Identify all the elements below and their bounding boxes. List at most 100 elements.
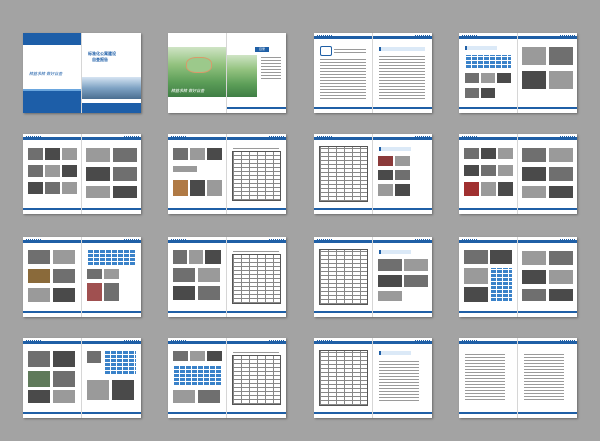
photo xyxy=(173,351,188,361)
header-bar xyxy=(459,341,517,344)
photo-left-page xyxy=(23,338,82,418)
spread-photos-4 xyxy=(459,237,577,317)
blue-data-table xyxy=(490,268,512,302)
photo xyxy=(378,291,402,301)
photo xyxy=(173,148,188,160)
header-bar xyxy=(82,137,141,140)
photo xyxy=(198,286,220,300)
photo xyxy=(53,250,75,264)
checklist-table xyxy=(319,350,368,406)
photo xyxy=(113,148,137,162)
photo xyxy=(62,165,77,177)
photo xyxy=(189,250,203,264)
header-bar xyxy=(518,240,577,243)
photo xyxy=(113,167,137,181)
photo xyxy=(28,148,43,160)
photo xyxy=(86,148,110,162)
photo-right-page xyxy=(82,134,141,214)
photo xyxy=(464,148,479,159)
photo xyxy=(404,259,428,271)
page-footer-bar xyxy=(314,412,372,414)
spread-photo-table-2 xyxy=(168,237,286,317)
photo xyxy=(207,180,222,196)
photo-left-page xyxy=(459,134,518,214)
photo xyxy=(62,148,77,160)
photo xyxy=(549,251,573,265)
photo xyxy=(173,268,195,282)
checklist-table xyxy=(232,355,281,405)
photo-left-page xyxy=(168,134,227,214)
photo xyxy=(549,71,573,89)
intro-body-text xyxy=(320,59,366,99)
page-footer-bar xyxy=(518,311,577,313)
photo xyxy=(549,289,573,301)
photo xyxy=(45,182,60,194)
page-footer-bar xyxy=(227,412,286,414)
page-footer-bar xyxy=(459,208,517,210)
photo-left-page xyxy=(459,33,518,113)
photo xyxy=(190,180,205,196)
photo-left-page xyxy=(459,237,518,317)
photo-left-page xyxy=(23,134,82,214)
photo-right-page xyxy=(518,134,577,214)
photo xyxy=(190,148,205,160)
photo xyxy=(522,167,546,181)
checklist-table xyxy=(232,151,281,201)
cover-back-page: 精益求精 做好自查 xyxy=(23,33,82,113)
checklist-table xyxy=(232,254,281,304)
toc-label: 目录 xyxy=(255,47,269,52)
cover-subtitle: 自查报告 xyxy=(92,57,108,62)
page-footer-bar xyxy=(373,311,432,313)
photo xyxy=(28,165,43,177)
photo xyxy=(173,286,195,300)
photo xyxy=(481,88,495,98)
photo xyxy=(464,165,479,176)
page-footer-bar xyxy=(23,412,81,414)
photo xyxy=(86,186,110,198)
table-right-page xyxy=(227,237,286,317)
photo xyxy=(549,47,573,65)
spread-table-photos-2 xyxy=(314,237,432,317)
header-bar xyxy=(459,36,517,39)
photo xyxy=(464,250,488,264)
photo xyxy=(464,182,479,196)
sports-track-shape xyxy=(186,57,212,73)
photo xyxy=(522,251,546,265)
page-footer-bar xyxy=(459,311,517,313)
photo xyxy=(173,250,187,264)
header-bar xyxy=(373,341,432,344)
cover-back-stripe xyxy=(23,89,81,91)
header-bar xyxy=(314,137,372,140)
photo xyxy=(173,180,188,196)
header-bar xyxy=(23,240,81,243)
cover-front-footer xyxy=(82,103,141,113)
photo xyxy=(522,270,546,284)
table-right-page xyxy=(82,338,141,418)
table-right-page xyxy=(227,134,286,214)
photo-right-page xyxy=(373,134,432,214)
header-bar xyxy=(314,36,372,39)
page-footer-bar xyxy=(227,208,286,210)
photo xyxy=(205,250,221,264)
photo xyxy=(28,269,50,283)
spread-table-photos-1 xyxy=(314,134,432,214)
photo xyxy=(87,380,109,400)
blue-data-table xyxy=(173,366,222,386)
page-footer-bar xyxy=(373,412,432,414)
photo xyxy=(198,268,220,282)
header-bar xyxy=(227,240,286,243)
spread-photos-2 xyxy=(23,134,141,214)
photo xyxy=(112,380,134,400)
spread-text-final xyxy=(459,338,577,418)
page-footer-bar xyxy=(82,311,141,313)
header-bar xyxy=(373,36,432,39)
table-title xyxy=(233,350,279,353)
photo xyxy=(207,148,222,160)
header-bar xyxy=(23,137,81,140)
header-bar xyxy=(168,240,226,243)
page-footer-bar xyxy=(373,208,432,210)
photo xyxy=(465,88,479,98)
photo xyxy=(378,184,393,196)
page-footer-bar xyxy=(168,311,226,313)
header-bar xyxy=(459,137,517,140)
